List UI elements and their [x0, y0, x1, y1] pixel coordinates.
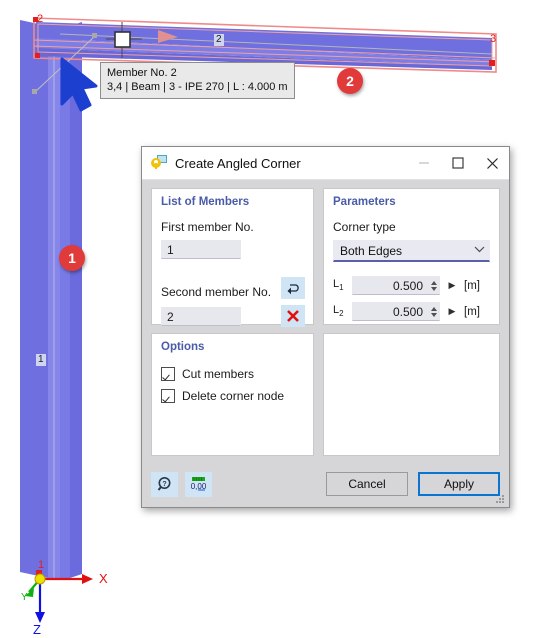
first-member-input[interactable]: 1 — [161, 240, 241, 259]
footer-tools: ? 0,00 — [151, 471, 212, 497]
callout-badge-2: 2 — [337, 68, 363, 94]
red-x-icon — [287, 310, 299, 322]
footer-actions: Cancel Apply — [326, 472, 500, 496]
member-label-1: 1 — [36, 354, 46, 366]
list-of-members-panel: List of Members First member No. 1 Secon… — [151, 188, 314, 327]
delete-corner-node-checkbox[interactable] — [161, 389, 175, 403]
swap-members-button[interactable] — [281, 277, 305, 299]
first-member-label: First member No. — [161, 220, 254, 234]
tooltip-line-1: Member No. 2 — [107, 67, 177, 79]
maximize-button[interactable] — [441, 148, 475, 179]
option-delete-corner-node[interactable]: Delete corner node — [152, 389, 313, 403]
resize-grip[interactable] — [496, 495, 505, 504]
l1-label: L1 — [333, 278, 344, 293]
node-label-3: 3 — [490, 33, 497, 45]
l2-pick-icon[interactable]: ▶ — [445, 306, 459, 317]
l1-pick-icon[interactable]: ▶ — [445, 280, 459, 291]
corner-type-value: Both Edges — [340, 243, 403, 258]
l1-sub: 1 — [339, 283, 344, 293]
svg-text:?: ? — [162, 481, 166, 488]
help-button[interactable]: ? — [151, 471, 178, 497]
close-button[interactable] — [475, 148, 509, 179]
chevron-down-icon — [469, 245, 489, 256]
l2-row: L2 0.500 ▶ [m] — [324, 302, 499, 321]
l2-unit: [m] — [464, 305, 480, 318]
second-member-input[interactable]: 2 — [161, 306, 241, 326]
l1-unit: [m] — [464, 279, 480, 292]
panel-columns: List of Members First member No. 1 Secon… — [151, 188, 500, 456]
app-icon — [150, 154, 168, 172]
units-button[interactable]: 0,00 — [185, 471, 212, 497]
dialog-body: List of Members First member No. 1 Secon… — [142, 180, 509, 461]
l2-label: L2 — [333, 304, 344, 319]
parameters-panel: Parameters Corner type Both Edges L1 0.5… — [323, 188, 500, 325]
member-label-2: 2 — [214, 34, 224, 46]
member-tooltip: Member No. 2 3,4 | Beam | 3 - IPE 270 | … — [100, 62, 295, 99]
apply-button[interactable]: Apply — [418, 472, 500, 496]
corner-type-label: Corner type — [333, 220, 396, 234]
node-label-1: 1 — [38, 559, 45, 571]
list-of-members-title: List of Members — [161, 196, 250, 208]
decimal-places-icon: 0,00 — [190, 477, 206, 491]
l1-stepper[interactable] — [428, 280, 439, 291]
options-panel: Options Cut members Delete corner node — [151, 333, 314, 456]
cancel-button[interactable]: Cancel — [326, 472, 408, 496]
delete-member-button[interactable] — [281, 305, 305, 327]
options-title: Options — [161, 341, 205, 353]
l2-sub: 2 — [339, 309, 344, 319]
z-axis-label: Z — [33, 622, 41, 637]
dialog-footer: ? 0,00 Cancel Apply — [142, 461, 509, 507]
node-label-2: 2 — [37, 13, 44, 25]
l2-stepper[interactable] — [428, 306, 439, 317]
parameters-title: Parameters — [333, 196, 396, 208]
dialog-title: Create Angled Corner — [175, 155, 301, 171]
option-cut-members[interactable]: Cut members — [152, 367, 313, 381]
help-magnifier-icon: ? — [157, 477, 170, 491]
l1-row: L1 0.500 ▶ [m] — [324, 276, 499, 295]
create-angled-corner-dialog: Create Angled Corner List of Members Fir… — [141, 146, 510, 508]
l2-value: 0.500 — [392, 304, 423, 319]
corner-type-select[interactable]: Both Edges — [333, 240, 490, 262]
dialog-titlebar[interactable]: Create Angled Corner — [142, 147, 509, 180]
l1-input[interactable]: 0.500 — [352, 276, 440, 295]
right-column: Parameters Corner type Both Edges L1 0.5… — [323, 188, 500, 456]
second-member-label: Second member No. — [161, 285, 272, 299]
callout-badge-1: 1 — [59, 245, 85, 271]
delete-corner-node-label: Delete corner node — [182, 389, 285, 403]
left-column: List of Members First member No. 1 Secon… — [151, 188, 314, 456]
y-axis-label: Y — [21, 592, 28, 603]
cut-members-checkbox[interactable] — [161, 367, 175, 381]
tooltip-line-2: 3,4 | Beam | 3 - IPE 270 | L : 4.000 m — [107, 81, 288, 93]
swap-arrow-icon — [287, 283, 299, 294]
preview-panel — [323, 333, 500, 456]
minimize-button[interactable] — [407, 148, 441, 179]
l2-input[interactable]: 0.500 — [352, 302, 440, 321]
x-axis-label: X — [99, 571, 108, 586]
cut-members-label: Cut members — [182, 367, 255, 381]
l1-value: 0.500 — [392, 278, 423, 293]
